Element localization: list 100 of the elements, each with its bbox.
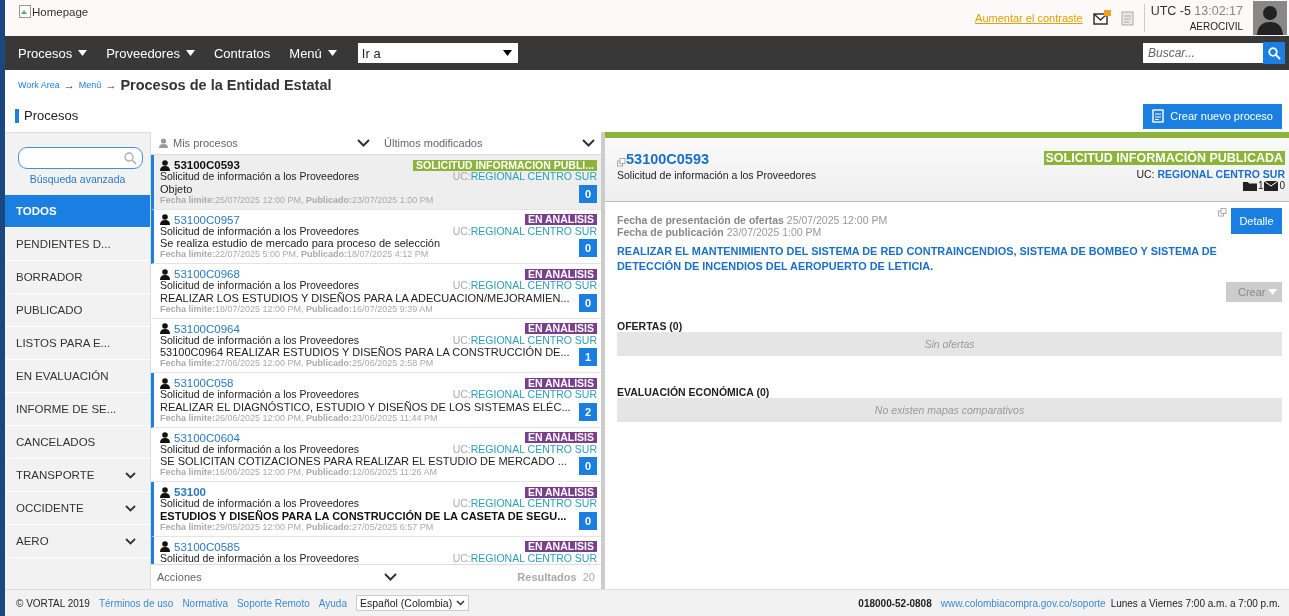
process-title: Objeto [160,182,194,195]
search-field[interactable]: Buscar... [1143,43,1263,63]
sidebar-item[interactable]: EN EVALUACIÓN [5,360,150,393]
process-title: 53100C0964 REALIZAR ESTUDIOS Y DISEÑOS PARA LA CONSTRUCCIÓN DE... [160,346,570,358]
nav-menu[interactable]: Menú [289,45,337,61]
caret-icon [1268,289,1277,295]
unit-label: UC:REGIONAL CENTRO SUR [452,225,597,237]
process-type: Solicitud de información a los Proveedores [160,389,360,401]
caret-icon [327,50,337,56]
process-list-item[interactable]: 53100C0585 EN ANÁLISIS Solicitud de información a los Proveedores UC:REGIONAL CENTRO SUR [151,536,601,564]
sidebar-item[interactable]: OCCIDENTE [5,492,150,525]
filter-dropdown[interactable]: Mis procesos [151,132,376,154]
unit-label: UC:REGIONAL CENTRO SUR [452,443,597,455]
nav-menu[interactable]: Contratos [213,45,271,61]
count-badge: 0 [579,511,597,530]
process-dates: Fecha limite:29/05/2025 12:00 PM, Publicado:27/05/2025 6:57 PM [160,521,435,532]
user-icon [160,486,170,498]
nav-menu[interactable]: Proveedores [106,45,195,61]
process-title: REALIZAR EL DIAGNÓSTICO, ESTUDIO Y DISEÑOS DE LOS SISTEMAS ELÉC... [160,400,571,413]
process-dates: Fecha limite:16/06/2025 12:00 PM, Publicado:12/06/2025 11:26 AM [160,467,438,477]
support-phone: 018000-52-0808 [858,597,932,609]
document-icon [1152,109,1165,123]
copyright: © VORTAL 2019 [16,597,90,609]
footer-link[interactable]: Soporte Remoto [236,597,310,609]
process-list-item[interactable]: 53100C0593 SOLICITUD INFORMACION PUBLI... Solicitud de información a los Proveedores UC:REGIONAL CENTRO SUR Objeto Fecha limite:25/07/2025 12:00 PM, Publicado:23/07/2025 1:00 PM 0 [151,155,601,210]
section-title: Procesos [15,109,79,123]
count-badge: 1 [579,348,597,366]
breadcrumb-arrow: → [105,79,117,91]
avatar-silhouette-icon[interactable] [1253,1,1287,35]
breadcrumb-link[interactable]: Work Area [18,80,60,90]
broken-image-icon [19,5,31,18]
unit-label: UC:REGIONAL CENTRO SUR [452,552,597,564]
publication-date: Fecha de publicación 23/07/2025 1:00 PM [617,226,823,238]
sidebar-item[interactable]: PUBLICADO [5,294,150,327]
process-id-link[interactable]: 53100C058 [174,377,234,389]
nav-menu[interactable]: Procesos [18,45,88,61]
footer-link[interactable]: Ayuda [318,597,347,609]
process-title: ESTUDIOS Y DISEÑOS PARA LA CONSTRUCCIÓN DE LA CASETA DE SEGU... [160,509,567,522]
status-label: EN ANÁLISIS [524,486,597,498]
offer-date: Fecha de presentación de ofertas 25/07/2025 12:00 PM [617,214,888,226]
process-list-item[interactable] [151,373,601,428]
count-badge: 0 [579,239,597,257]
status-label: EN ANÁLISIS [524,268,597,280]
chevron-down-icon [582,139,595,147]
envelope-icon [1264,180,1279,191]
status-label: EN ANÁLISIS [524,541,597,552]
user-icon [159,138,168,148]
sort-dropdown[interactable]: Últimos modificados [376,132,601,154]
process-list-item[interactable] [151,482,601,537]
sidebar-search-field[interactable] [18,147,143,169]
sidebar-item[interactable]: PENDIENTES D... [5,228,150,261]
process-list-item[interactable] [151,209,601,264]
empty-state-message: Sin ofertas [617,332,1282,356]
detail-button[interactable]: Detalle [1231,208,1282,234]
footer-link[interactable]: Normativa [182,597,228,609]
process-id-link[interactable]: 53100C0593 [174,159,240,171]
process-type: Solicitud de información a los Proveedores [160,552,360,564]
process-type: Solicitud de información a los Proveedores [160,171,360,183]
chevron-down-icon [384,573,397,581]
clock-time: 13:02:17 [1194,4,1243,18]
support-hours: Lunes a Viernes 7:00 a.m. a 7:00 p.m. [1110,597,1280,609]
folder-icon [1242,180,1257,191]
go-to-dropdown[interactable]: Ir a [357,43,518,63]
actions-dropdown[interactable]: Acciones [157,571,397,583]
empty-state-message: No existen mapas comparativos [617,398,1282,422]
process-dates: Fecha limite:25/07/2025 12:00 PM, Publicado:23/07/2025 1:00 PM [160,194,434,205]
unit-label: UC:REGIONAL CENTRO SUR [452,171,597,183]
support-link[interactable]: www.colombiacompra.gov.co/soporte [940,597,1106,609]
sidebar-item[interactable]: TODOS [5,195,150,228]
user-icon [160,214,170,225]
process-id: 53100C0593 [626,151,710,167]
sidebar-item[interactable]: LISTOS PARA E... [5,327,150,360]
process-id-link[interactable]: 53100C0585 [174,540,240,553]
search-button[interactable] [1263,42,1285,64]
process-id-link[interactable]: 53100C0604 [174,431,240,444]
process-id-link[interactable]: 53100C0964 [174,322,240,335]
process-id-link[interactable]: 53100C0968 [174,268,240,280]
caret-icon [502,50,512,56]
sidebar-item[interactable]: INFORME DE SE... [5,393,150,426]
process-id-link[interactable]: 53100 [174,486,206,498]
envelope-icon[interactable] [1092,10,1111,26]
status-label: SOLICITUD INFORMACION PUBLI... [413,159,597,171]
footer-link[interactable]: Términos de uso [98,597,174,609]
advanced-search-link[interactable]: Búsqueda avanzada [5,173,150,185]
sidebar-item[interactable]: AERO [5,525,150,558]
status-label: SOLICITUD INFORMACIÓN PUBLICADA [1043,151,1285,165]
unit-label: UC:REGIONAL CENTRO SUR [452,498,597,510]
user-icon [160,541,170,552]
process-type: Solicitud de información a los Proveedores [160,225,360,237]
breadcrumb-link[interactable]: Menú [78,80,102,90]
language-select[interactable]: Español (Colombia) [355,595,470,611]
status-label: EN ANÁLISIS [524,377,597,389]
create-process-button[interactable]: Crear nuevo proceso [1143,103,1282,129]
process-dates: Fecha limite:22/07/2025 5:00 PM, Publicado:18/07/2025 4:12 PM [160,249,430,259]
sidebar-item[interactable]: BORRADOR [5,261,150,294]
chevron-down-icon [456,600,466,606]
process-id-link[interactable]: 53100C0957 [174,213,240,226]
sidebar-item[interactable]: TRANSPORTE [5,459,150,492]
sidebar-item[interactable]: CANCELADOS [5,426,150,459]
caret-icon [78,50,88,56]
